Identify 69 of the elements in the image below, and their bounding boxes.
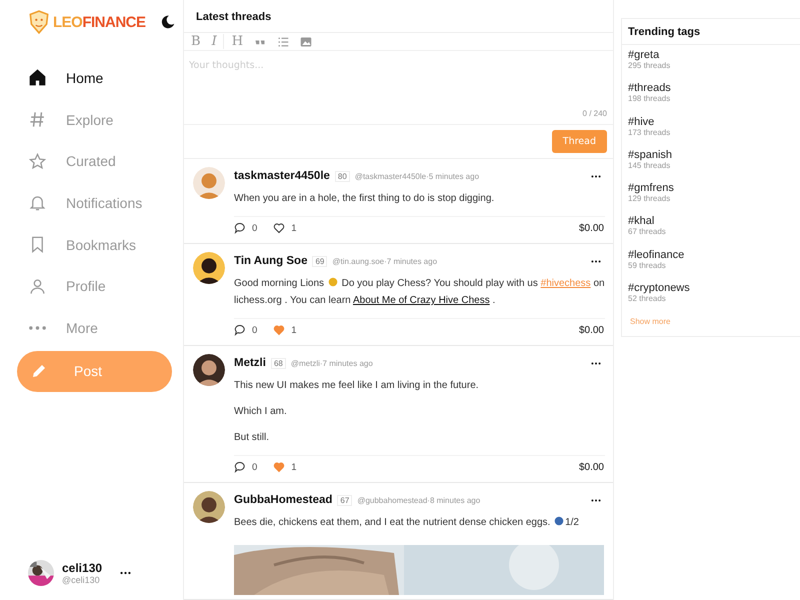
thread-count: 173 threads <box>628 128 672 137</box>
payout-amount: $0.00 <box>578 222 604 234</box>
emoji-icon <box>326 276 339 288</box>
tag-link[interactable]: #threads <box>628 82 794 94</box>
tag-link[interactable]: #leofinance <box>628 248 794 261</box>
link[interactable]: About Me of Crazy Hive Chess <box>352 295 490 306</box>
comment-count: 0 <box>252 324 258 336</box>
emoji-icon <box>553 515 566 527</box>
home-icon <box>28 68 47 88</box>
tag-link[interactable]: #gmfrens <box>628 182 794 194</box>
post-text: Bees die, chickens eat them, and I eat the nutrient dense chicken eggs. 1/2 <box>234 514 580 530</box>
post-meta: @gubbahomestead·8 minutes ago <box>357 496 480 504</box>
like-count: 1 <box>291 222 297 234</box>
more-icon[interactable] <box>120 571 132 575</box>
reputation-score: 80 <box>334 170 350 182</box>
person-icon <box>28 276 47 296</box>
thread-count: 67 threads <box>628 227 667 236</box>
list-icon[interactable] <box>277 36 290 48</box>
more-icon[interactable] <box>591 362 601 364</box>
heart-icon[interactable] <box>273 222 286 234</box>
account-name: celi130 <box>62 561 102 575</box>
feed-title: Latest threads <box>184 0 613 33</box>
more-icon[interactable] <box>591 260 601 262</box>
image-icon[interactable] <box>300 36 312 48</box>
comment-icon[interactable] <box>234 222 246 234</box>
thread-count: 198 threads <box>628 94 672 104</box>
post-meta: @taskmaster4450le·5 minutes ago <box>354 172 480 180</box>
like-count: 1 <box>291 324 297 336</box>
reputation-score: 67 <box>337 494 352 506</box>
thread-count: 129 threads <box>628 194 672 204</box>
post-text: Good morning Lions Do you play Chess? You should play with us #hivechess on lichess.org . You can learn About Me of Crazy Hive Chess . <box>234 275 605 308</box>
author-name[interactable]: Metzli <box>234 357 266 369</box>
payout-amount: $0.00 <box>578 462 604 472</box>
comment-icon[interactable] <box>234 324 246 336</box>
more-icon <box>28 324 47 331</box>
like-count: 1 <box>291 462 297 472</box>
character-counter: 0 / 240 <box>582 109 607 118</box>
post-meta: @tin.aung.soe·7 minutes ago <box>332 256 438 266</box>
reputation-score: 69 <box>312 256 328 266</box>
comment-count: 0 <box>252 222 258 234</box>
author-name[interactable]: GubbaHomestead <box>234 494 332 506</box>
reputation-score: 68 <box>270 358 286 368</box>
tag-link[interactable]: #khal <box>628 215 794 228</box>
author-name[interactable]: taskmaster4450le <box>234 170 330 182</box>
more-icon[interactable] <box>591 174 601 178</box>
account-handle: @celi130 <box>62 575 101 585</box>
thread-count: 52 threads <box>628 294 667 304</box>
thread-count: 145 threads <box>628 160 672 170</box>
author-name[interactable]: Tin Aung Soe <box>234 255 308 267</box>
nav-item[interactable]: Home <box>0 57 183 99</box>
more-icon[interactable] <box>591 498 601 502</box>
thread-count: 295 threads <box>628 61 672 70</box>
hash-icon <box>28 110 47 130</box>
post-text: When you are in a hole, the first thing to do is stop digging. <box>234 192 496 206</box>
star-icon <box>28 152 47 171</box>
payout-amount: $0.00 <box>578 324 604 336</box>
trending-title: Trending tags <box>622 19 800 45</box>
post-text: Which I am. <box>234 405 288 419</box>
logo-text: LEOFINANCE <box>53 14 146 30</box>
comment-count: 0 <box>252 462 258 472</box>
post-meta: @metzli·7 minutes ago <box>290 358 373 368</box>
tag-link[interactable]: #cryptonews <box>628 282 794 294</box>
tag-link[interactable]: #greta <box>628 49 794 61</box>
comment-icon[interactable] <box>234 461 246 473</box>
post-text: This new UI makes me feel like I am living in the future. <box>234 379 480 393</box>
tag-link[interactable]: #hive <box>628 116 794 128</box>
post-text: But still. <box>234 431 270 445</box>
tag-link[interactable]: #spanish <box>628 148 794 161</box>
thread-count: 59 threads <box>628 260 667 270</box>
